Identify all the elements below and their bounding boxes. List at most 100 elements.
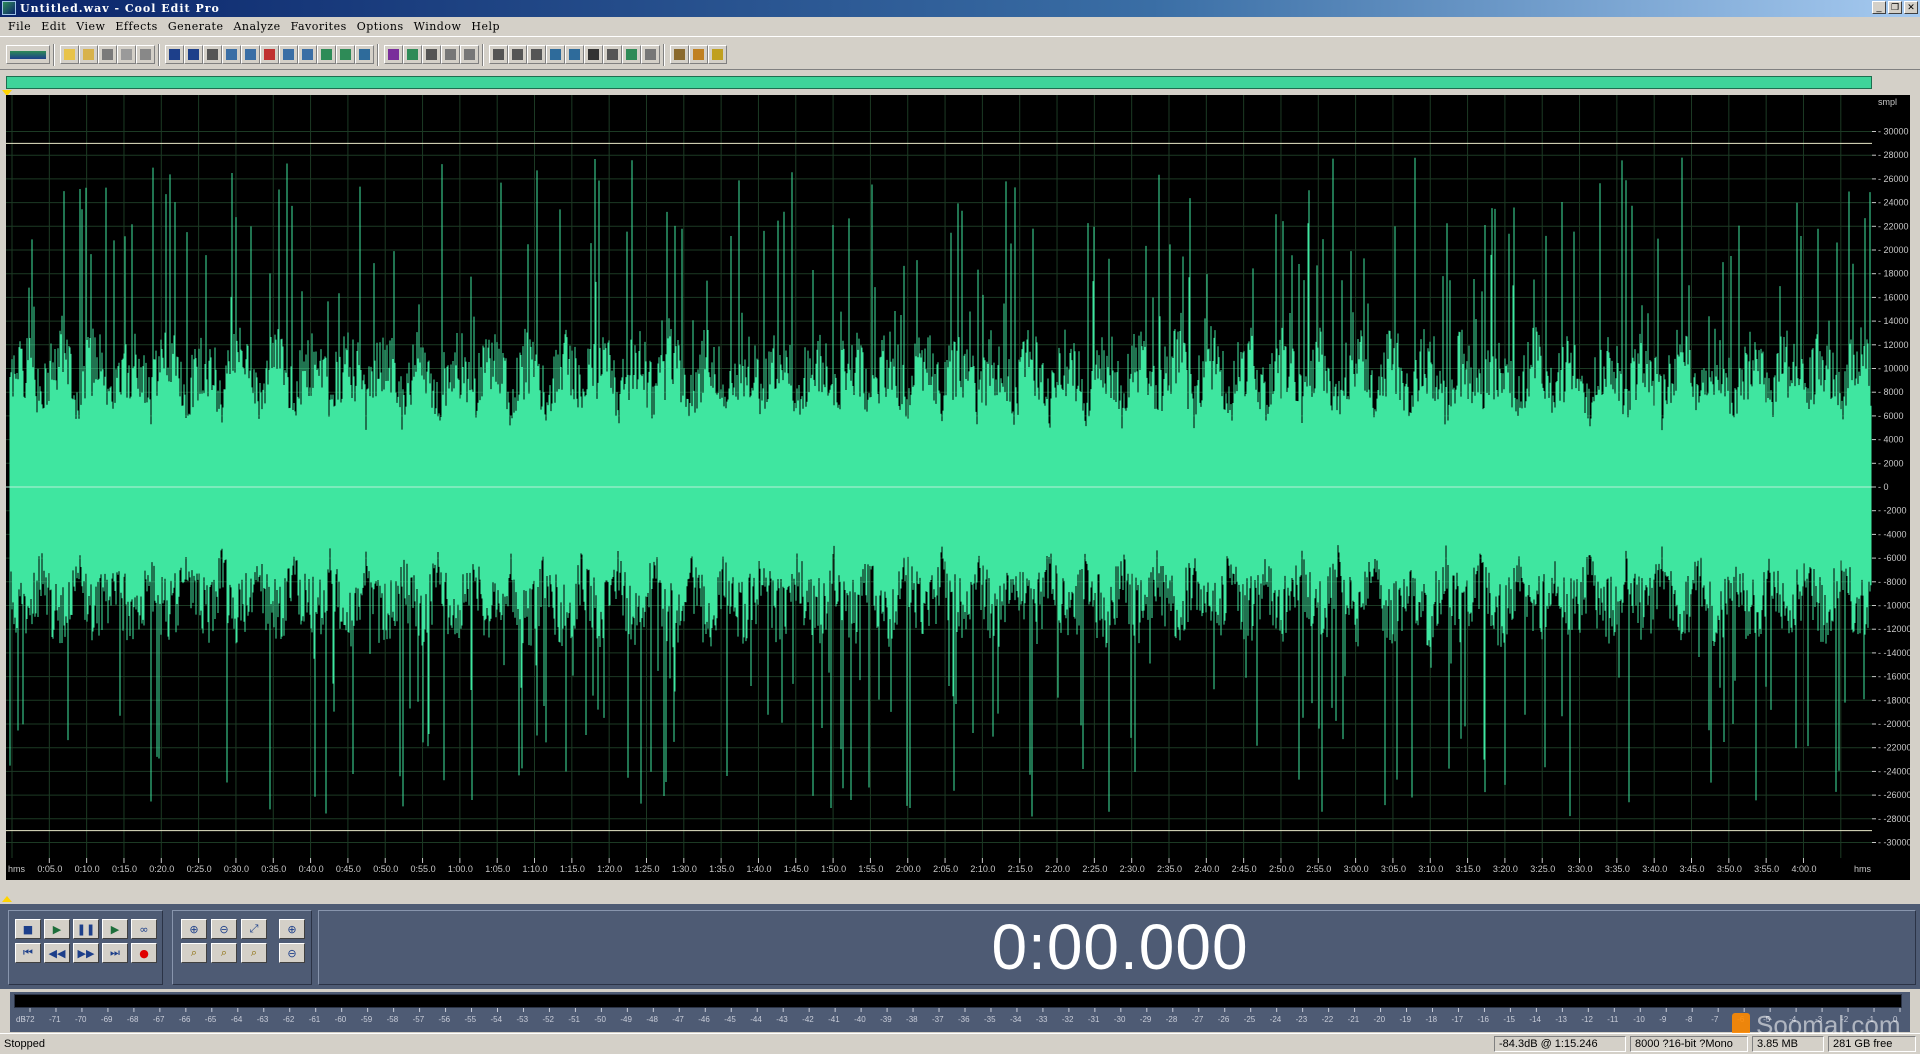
- save-button[interactable]: [98, 45, 117, 64]
- toolbar-separator: [482, 44, 484, 66]
- open-file-button[interactable]: [79, 45, 98, 64]
- zoom-button[interactable]: [565, 45, 584, 64]
- record-icon: ●: [139, 946, 149, 960]
- markers-button[interactable]: [460, 45, 479, 64]
- meter-tick-label: -53: [516, 1015, 528, 1024]
- timecode-button[interactable]: [584, 45, 603, 64]
- spectral-view-button[interactable]: [384, 45, 403, 64]
- info-button[interactable]: [527, 45, 546, 64]
- x-tick-label: 3:40.0: [1642, 864, 1667, 874]
- paste-new-button[interactable]: [317, 45, 336, 64]
- y-tick-label: - 0: [1878, 482, 1889, 492]
- play-to-end-button[interactable]: ▶: [102, 919, 128, 939]
- zoom-full-button[interactable]: ⤢: [241, 919, 267, 939]
- delete-icon: [302, 49, 313, 60]
- restore-button[interactable]: ❐: [1888, 1, 1902, 14]
- mix-paste-button[interactable]: [336, 45, 355, 64]
- y-tick-label: - -18000: [1878, 695, 1910, 705]
- app-icon[interactable]: [2, 1, 16, 15]
- go-to-start-button[interactable]: ⏮: [15, 943, 41, 963]
- y-tick-label: - 6000: [1878, 411, 1904, 421]
- y-tick-label: - -14000: [1878, 648, 1910, 658]
- play-button[interactable]: ▶: [44, 919, 70, 939]
- play-looped-button[interactable]: [546, 45, 565, 64]
- cut-button[interactable]: [260, 45, 279, 64]
- menu-analyze[interactable]: Analyze: [228, 20, 285, 33]
- y-tick-label: - 16000: [1878, 292, 1909, 302]
- meter-tick-label: -24: [1270, 1015, 1282, 1024]
- grid-button[interactable]: [441, 45, 460, 64]
- new-file-button[interactable]: [60, 45, 79, 64]
- level-meter-bar: [14, 994, 1902, 1008]
- menu-generate[interactable]: Generate: [163, 20, 229, 33]
- meter-tick-label: -12: [1581, 1015, 1593, 1024]
- save-as-button[interactable]: [117, 45, 136, 64]
- time-format-button[interactable]: [489, 45, 508, 64]
- pause-button[interactable]: ❚❚: [73, 919, 99, 939]
- meter-tick-label: -71: [49, 1015, 61, 1024]
- waveform-display[interactable]: smpl - 30000 - 28000 - 26000 - 24000 - 22000 -…: [6, 95, 1910, 880]
- settings-button[interactable]: [670, 45, 689, 64]
- stop-button[interactable]: ■: [15, 919, 41, 939]
- fast-forward-button[interactable]: ▶▶: [73, 943, 99, 963]
- snap-button[interactable]: [422, 45, 441, 64]
- meter-tick-label: -66: [179, 1015, 191, 1024]
- status-state: Stopped: [4, 1038, 45, 1050]
- copy-button[interactable]: [222, 45, 241, 64]
- end-marker-icon[interactable]: [2, 896, 12, 902]
- close-button[interactable]: ✕: [1904, 1, 1918, 14]
- waveform-panel[interactable]: smpl - 30000 - 28000 - 26000 - 24000 - 22000 -…: [6, 95, 1910, 880]
- help-button[interactable]: [708, 45, 727, 64]
- close-file-button[interactable]: [136, 45, 155, 64]
- scale-button[interactable]: [641, 45, 660, 64]
- meter-tick-label: -69: [101, 1015, 113, 1024]
- minimize-button[interactable]: _: [1872, 1, 1886, 14]
- zoom-out-horizontal-button[interactable]: ⊖: [211, 919, 237, 939]
- multitrack-toggle-button[interactable]: [6, 45, 50, 64]
- meter-tick-label: -62: [283, 1015, 295, 1024]
- waveform-view-button[interactable]: [403, 45, 422, 64]
- repeat-last-button[interactable]: [203, 45, 222, 64]
- menu-edit[interactable]: Edit: [36, 20, 71, 33]
- zoom-out-vertical-button[interactable]: ⊖: [279, 943, 305, 963]
- insert-button[interactable]: [355, 45, 374, 64]
- zoom-to-left-button[interactable]: ⌕: [181, 943, 207, 963]
- menu-help[interactable]: Help: [466, 20, 505, 33]
- delete-button[interactable]: [298, 45, 317, 64]
- menu-favorites[interactable]: Favorites: [286, 20, 352, 33]
- x-tick-label: 2:55.0: [1306, 864, 1331, 874]
- menu-options[interactable]: Options: [352, 20, 409, 33]
- trim-button[interactable]: [279, 45, 298, 64]
- menu-window[interactable]: Window: [409, 20, 467, 33]
- x-tick-label: 2:45.0: [1232, 864, 1257, 874]
- record-button[interactable]: ●: [131, 943, 157, 963]
- zoom-selection-button[interactable]: ⌕: [241, 943, 267, 963]
- loop-button[interactable]: ∞: [131, 919, 157, 939]
- undo-button[interactable]: [165, 45, 184, 64]
- meter-tick-label: -54: [491, 1015, 503, 1024]
- go-to-end-button[interactable]: ⏭: [102, 943, 128, 963]
- menu-file[interactable]: File: [3, 20, 36, 33]
- sample-button[interactable]: [603, 45, 622, 64]
- redo-button[interactable]: [184, 45, 203, 64]
- paste-button[interactable]: [241, 45, 260, 64]
- x-tick-label: 0:50.0: [373, 864, 398, 874]
- x-tick-label: 3:50.0: [1717, 864, 1742, 874]
- zoom-to-right-icon: ⌕: [220, 946, 228, 959]
- cd-button[interactable]: [689, 45, 708, 64]
- menu-view[interactable]: View: [71, 20, 110, 33]
- x-tick-label: 4:00.0: [1791, 864, 1816, 874]
- frames-button[interactable]: [508, 45, 527, 64]
- zoom-in-horizontal-button[interactable]: ⊕: [181, 919, 207, 939]
- zoom-to-right-button[interactable]: ⌕: [211, 943, 237, 963]
- toolbar-separator: [377, 44, 379, 66]
- waveform-overview-bar[interactable]: [6, 76, 1872, 89]
- zoom-in-vertical-button[interactable]: ⊕: [279, 919, 305, 939]
- menu-effects[interactable]: Effects: [110, 20, 162, 33]
- meter-tick-label: -60: [335, 1015, 347, 1024]
- level-button[interactable]: [622, 45, 641, 64]
- x-tick-label: 0:25.0: [187, 864, 212, 874]
- rewind-icon: ◀◀: [48, 946, 66, 960]
- rewind-button[interactable]: ◀◀: [44, 943, 70, 963]
- play-looped-icon: [550, 49, 561, 60]
